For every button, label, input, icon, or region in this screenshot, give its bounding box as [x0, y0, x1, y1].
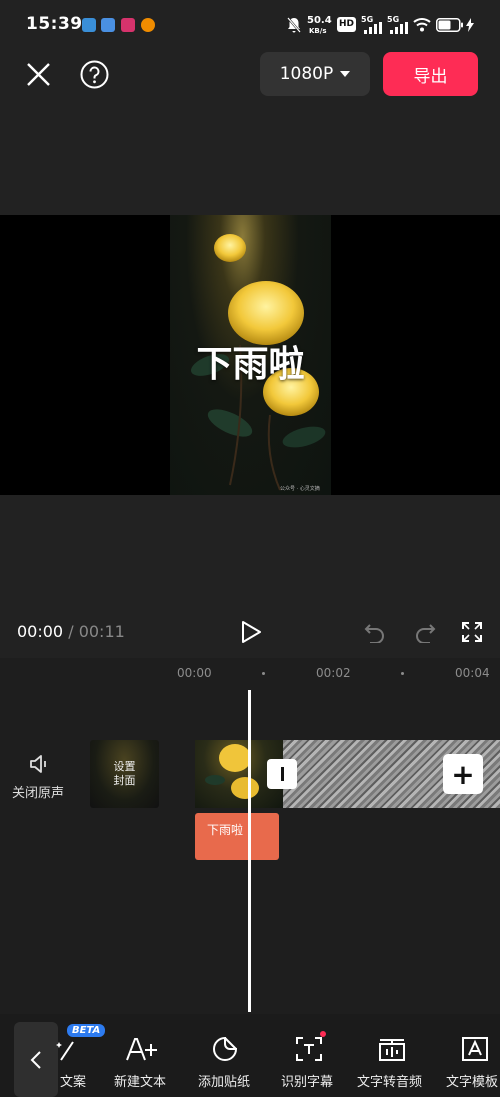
tool-recognize-captions[interactable] [294, 1034, 324, 1064]
notification-app-icon [101, 18, 115, 32]
undo-icon[interactable] [364, 621, 386, 643]
set-cover-label-line2: 封面 [113, 774, 136, 787]
text-template-icon [462, 1037, 488, 1061]
tick-dot [401, 672, 404, 675]
speaker-icon [30, 755, 46, 773]
status-time: 15:39 [26, 14, 83, 34]
set-cover-label: 设置 封面 [114, 760, 136, 788]
resolution-label: 1080P [279, 64, 334, 84]
tool-label-text-template: 文字模板 [446, 1075, 499, 1090]
playhead[interactable] [248, 690, 251, 1012]
back-button[interactable] [14, 1022, 58, 1097]
tool-label-add-sticker: 添加贴纸 [198, 1075, 251, 1090]
tool-text-template[interactable] [460, 1034, 490, 1064]
beta-badge: BETA [67, 1024, 106, 1037]
tool-label-copywriting: 文案 [60, 1075, 87, 1090]
help-icon[interactable] [80, 60, 109, 89]
net-speed-unit: KB/s [309, 27, 327, 35]
tool-label-text-to-audio: 文字转音频 [357, 1075, 423, 1090]
notification-app-icon [82, 18, 96, 32]
close-icon[interactable] [26, 62, 51, 87]
battery-icon [436, 18, 463, 32]
tool-text-to-audio[interactable] [377, 1034, 407, 1064]
tool-add-sticker[interactable] [210, 1034, 240, 1064]
weibo-icon [141, 18, 155, 32]
text-track-clip[interactable]: 下雨啦 [195, 813, 279, 860]
chevron-left-icon [30, 1050, 41, 1069]
play-icon[interactable] [239, 620, 263, 644]
mute-bell-icon [287, 17, 301, 33]
video-preview[interactable]: 下雨啦 公众号 · 心灵文摘 [170, 215, 331, 495]
time-separator: / [68, 622, 74, 641]
video-overlay-text[interactable]: 下雨啦 [170, 335, 331, 387]
text-clip-label: 下雨啦 [207, 823, 244, 837]
handle-bar [280, 767, 284, 781]
wifi-icon [413, 18, 431, 32]
magic-wand-icon [56, 1041, 74, 1061]
time-tick: 00:00 [177, 666, 212, 680]
signal-bars-icon [364, 22, 382, 34]
new-text-icon [126, 1038, 157, 1061]
resolution-dropdown[interactable]: 1080P [260, 52, 370, 96]
add-clip-button[interactable]: + [443, 754, 483, 794]
fullscreen-icon[interactable] [461, 621, 483, 643]
notification-app-icon [121, 18, 135, 32]
tool-new-text[interactable] [124, 1034, 160, 1064]
total-time: 00:11 [78, 622, 125, 641]
time-tick: 00:02 [316, 666, 351, 680]
export-button[interactable]: 导出 [383, 52, 478, 96]
new-feature-dot [320, 1031, 326, 1037]
set-cover-button[interactable]: 设置 封面 [90, 740, 159, 808]
status-bar: 15:39 50.4 KB/s HD 5G 5G [0, 0, 500, 50]
tick-dot [262, 672, 265, 675]
charging-bolt-icon [466, 18, 474, 32]
export-label: 导出 [413, 66, 448, 87]
text-to-audio-icon [379, 1039, 405, 1061]
current-time: 00:00 [17, 622, 64, 641]
mute-original-audio-label: 关闭原声 [12, 786, 65, 801]
set-cover-label-line1: 设置 [113, 760, 136, 773]
sticker-icon [213, 1036, 238, 1061]
hd-badge: HD [337, 17, 357, 32]
time-tick: 00:04 [455, 666, 490, 680]
transition-handle[interactable] [267, 759, 297, 789]
caption-recognize-icon [296, 1037, 322, 1061]
tool-label-new-text: 新建文本 [114, 1075, 167, 1090]
caret-down-icon [340, 71, 351, 77]
timecode: 00:00 / 00:11 [17, 622, 125, 641]
redo-icon[interactable] [414, 621, 436, 643]
signal-bars-icon [390, 22, 408, 34]
net-speed-value: 50.4 [307, 15, 332, 26]
tool-label-recognize-captions: 识别字幕 [281, 1075, 334, 1090]
watermark: 公众号 · 心灵文摘 [280, 486, 320, 492]
